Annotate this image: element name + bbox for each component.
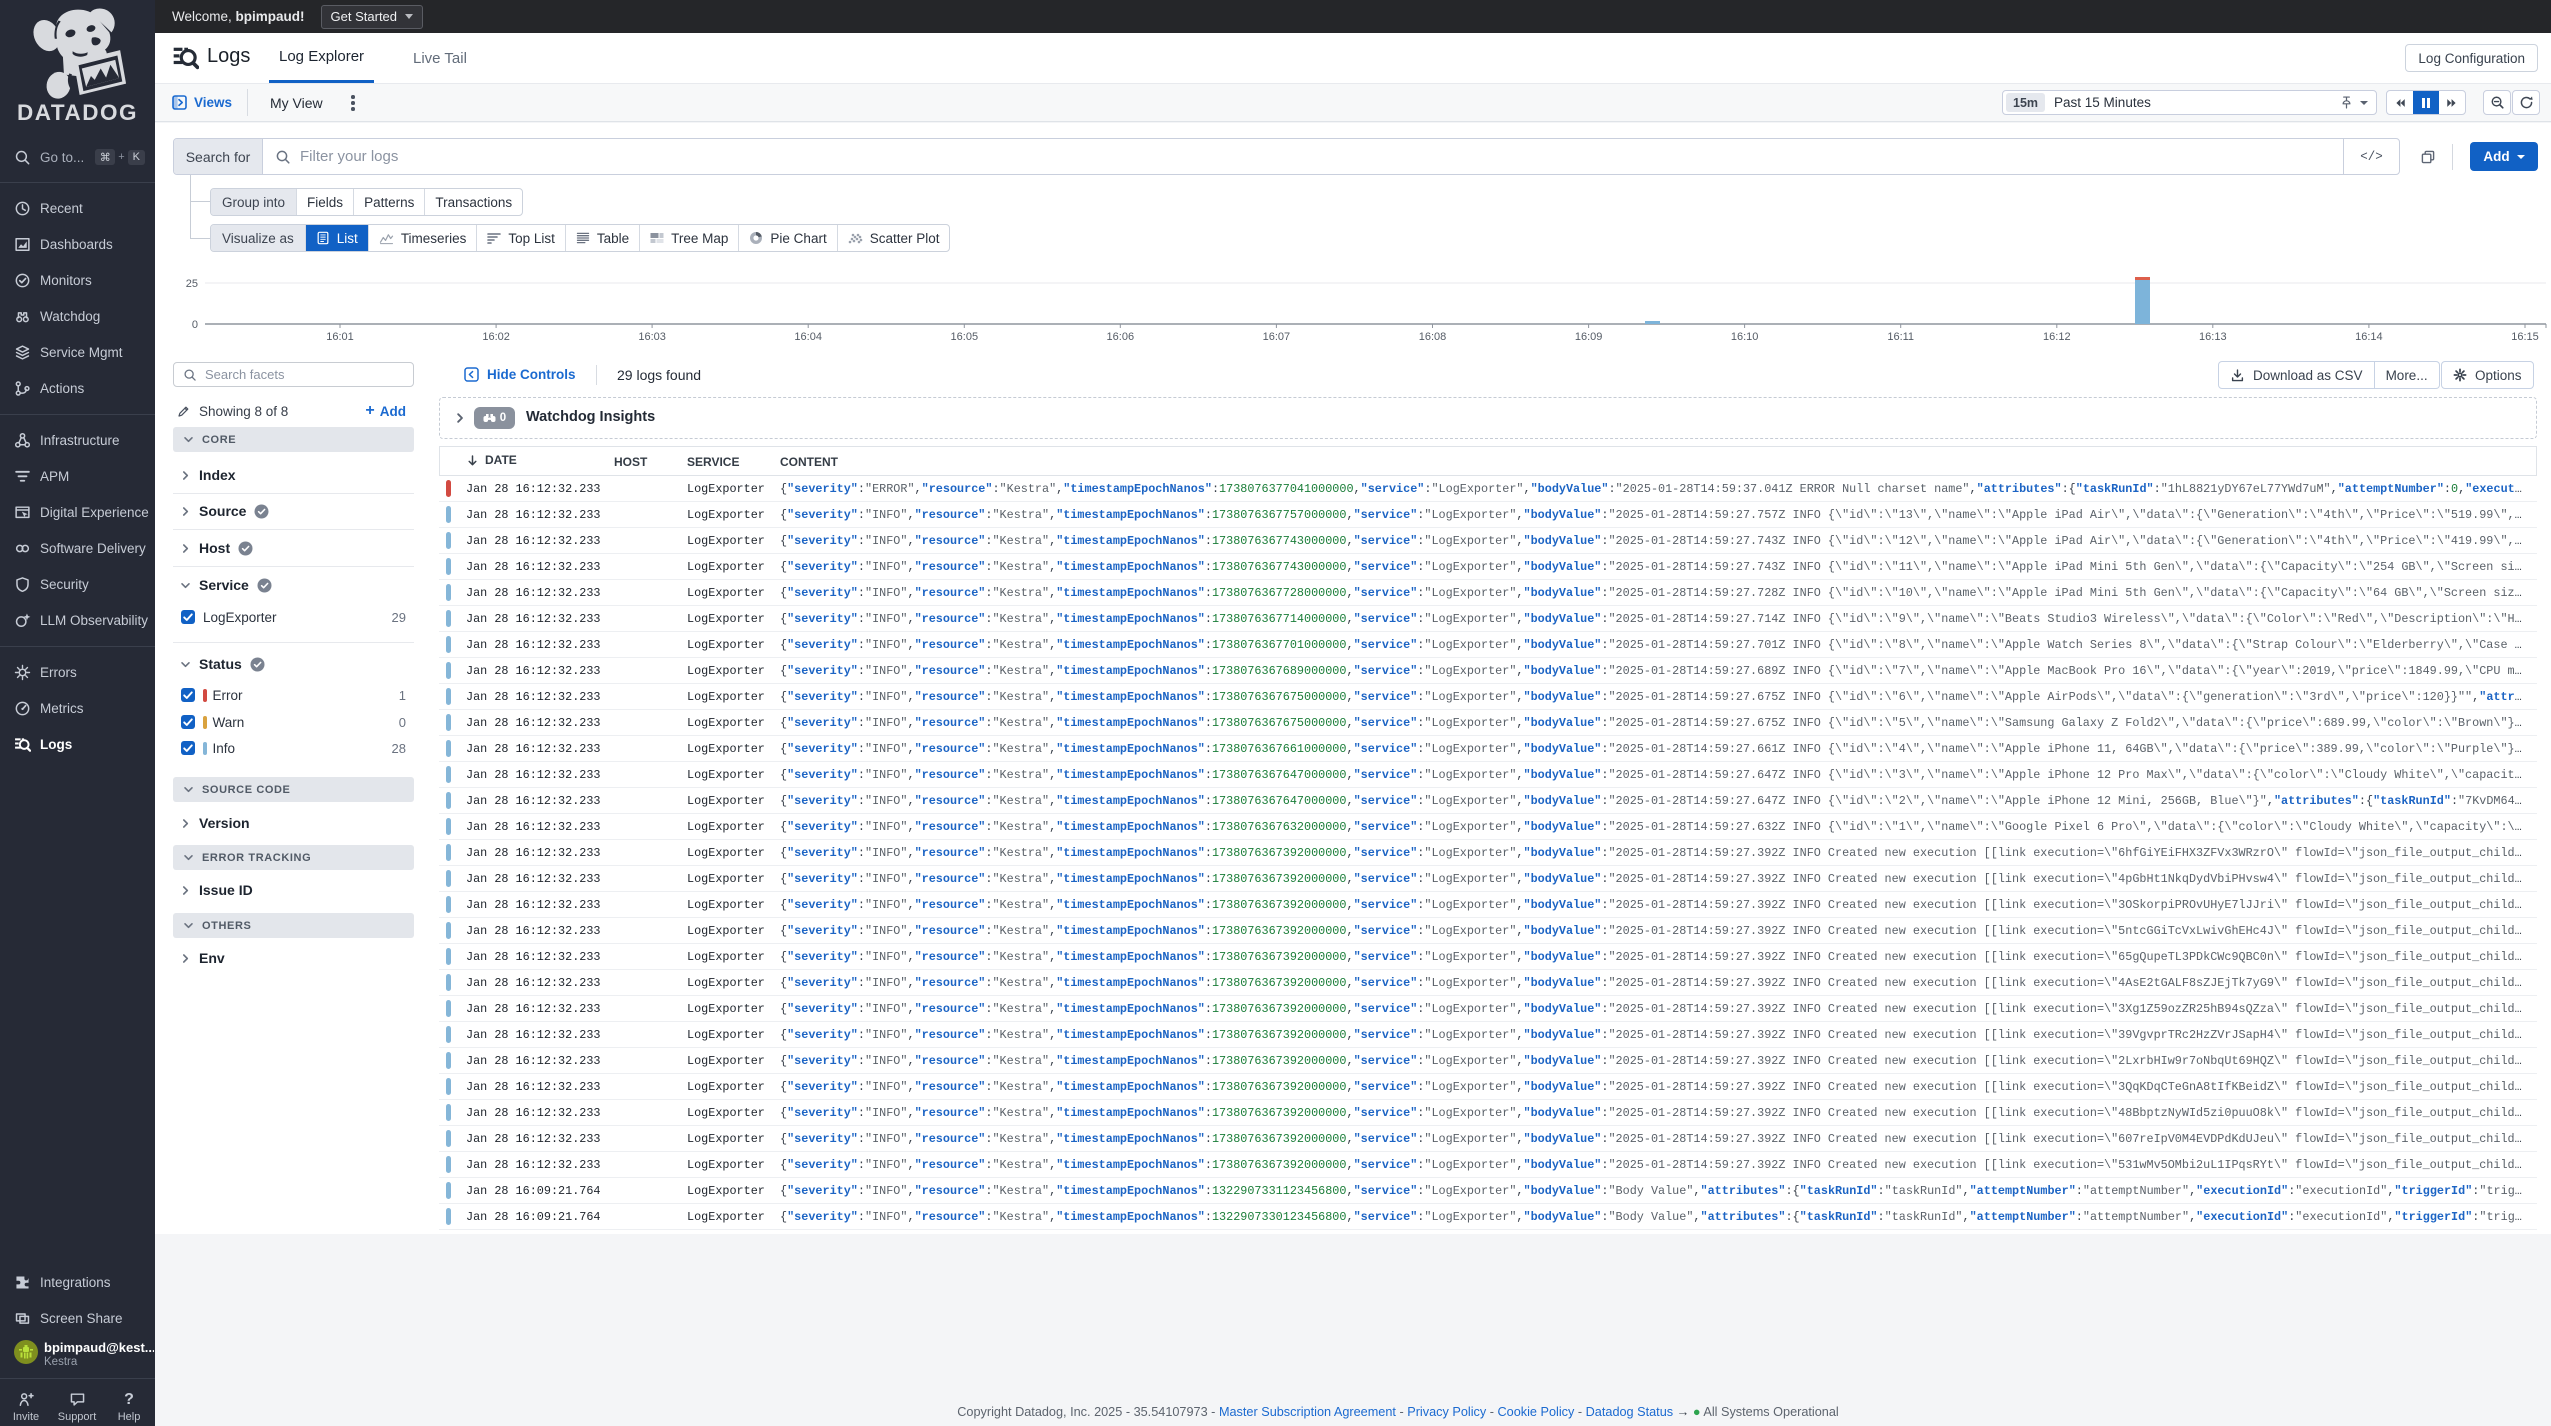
svg-text:16:05: 16:05 xyxy=(951,331,979,343)
svg-text:16:12: 16:12 xyxy=(2043,331,2071,343)
svg-text:16:01: 16:01 xyxy=(326,331,354,343)
svg-text:16:04: 16:04 xyxy=(794,331,822,343)
svg-text:16:14: 16:14 xyxy=(2355,331,2383,343)
svg-text:0: 0 xyxy=(192,319,198,331)
svg-text:16:09: 16:09 xyxy=(1575,331,1603,343)
svg-text:16:06: 16:06 xyxy=(1107,331,1135,343)
svg-text:25: 25 xyxy=(186,278,198,290)
svg-text:16:10: 16:10 xyxy=(1731,331,1759,343)
svg-text:16:02: 16:02 xyxy=(482,331,510,343)
svg-text:16:07: 16:07 xyxy=(1263,331,1291,343)
svg-text:16:15: 16:15 xyxy=(2511,331,2539,343)
svg-text:16:03: 16:03 xyxy=(638,331,666,343)
svg-text:16:08: 16:08 xyxy=(1419,331,1447,343)
svg-text:16:13: 16:13 xyxy=(2199,331,2227,343)
svg-text:16:11: 16:11 xyxy=(1887,331,1914,343)
